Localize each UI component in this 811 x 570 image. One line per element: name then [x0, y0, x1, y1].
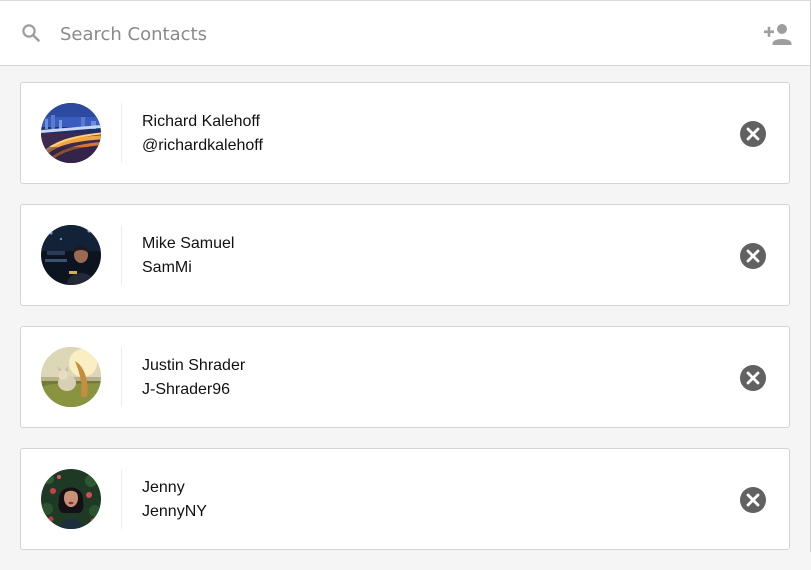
- avatar: [41, 347, 101, 407]
- add-contact-button[interactable]: [760, 19, 794, 49]
- close-circle-icon: [740, 487, 766, 513]
- close-circle-icon: [740, 365, 766, 391]
- avatar: [41, 225, 101, 285]
- contact-card[interactable]: Justin Shrader J-Shrader96: [20, 326, 790, 428]
- contact-card[interactable]: Jenny JennyNY: [20, 448, 790, 550]
- card-divider: [121, 225, 122, 285]
- search-icon: [21, 23, 41, 43]
- contact-name: Richard Kalehoff: [142, 113, 260, 130]
- remove-contact-button[interactable]: [739, 486, 767, 514]
- contact-handle: J-Shrader96: [142, 381, 231, 398]
- woman-flowers-photo-icon: [41, 469, 101, 529]
- search-bar: [0, 1, 810, 66]
- remove-contact-button[interactable]: [739, 120, 767, 148]
- avatar: [41, 103, 101, 163]
- contact-handle: SamMi: [142, 259, 192, 276]
- close-circle-icon: [740, 243, 766, 269]
- person-add-icon: [764, 24, 792, 45]
- dog-sunlight-photo-icon: [41, 347, 101, 407]
- card-divider: [121, 103, 122, 163]
- contact-handle: JennyNY: [142, 503, 207, 520]
- contact-list: Richard Kalehoff @richardkalehoff Mike S…: [20, 82, 790, 570]
- card-divider: [121, 347, 122, 407]
- avatar: [41, 469, 101, 529]
- contact-card[interactable]: Mike Samuel SamMi: [20, 204, 790, 306]
- contact-handle: @richardkalehoff: [142, 137, 263, 154]
- remove-contact-button[interactable]: [739, 364, 767, 392]
- contact-name: Justin Shrader: [142, 357, 246, 374]
- contacts-app: Richard Kalehoff @richardkalehoff: [0, 0, 811, 552]
- close-circle-icon: [740, 121, 766, 147]
- city-bridge-photo-icon: [41, 103, 101, 163]
- person-night-photo-icon: [41, 225, 101, 285]
- contact-name: Jenny: [142, 479, 185, 496]
- search-input[interactable]: [60, 17, 720, 51]
- contact-card[interactable]: Richard Kalehoff @richardkalehoff: [20, 82, 790, 184]
- card-divider: [121, 469, 122, 529]
- contact-name: Mike Samuel: [142, 235, 235, 252]
- remove-contact-button[interactable]: [739, 242, 767, 270]
